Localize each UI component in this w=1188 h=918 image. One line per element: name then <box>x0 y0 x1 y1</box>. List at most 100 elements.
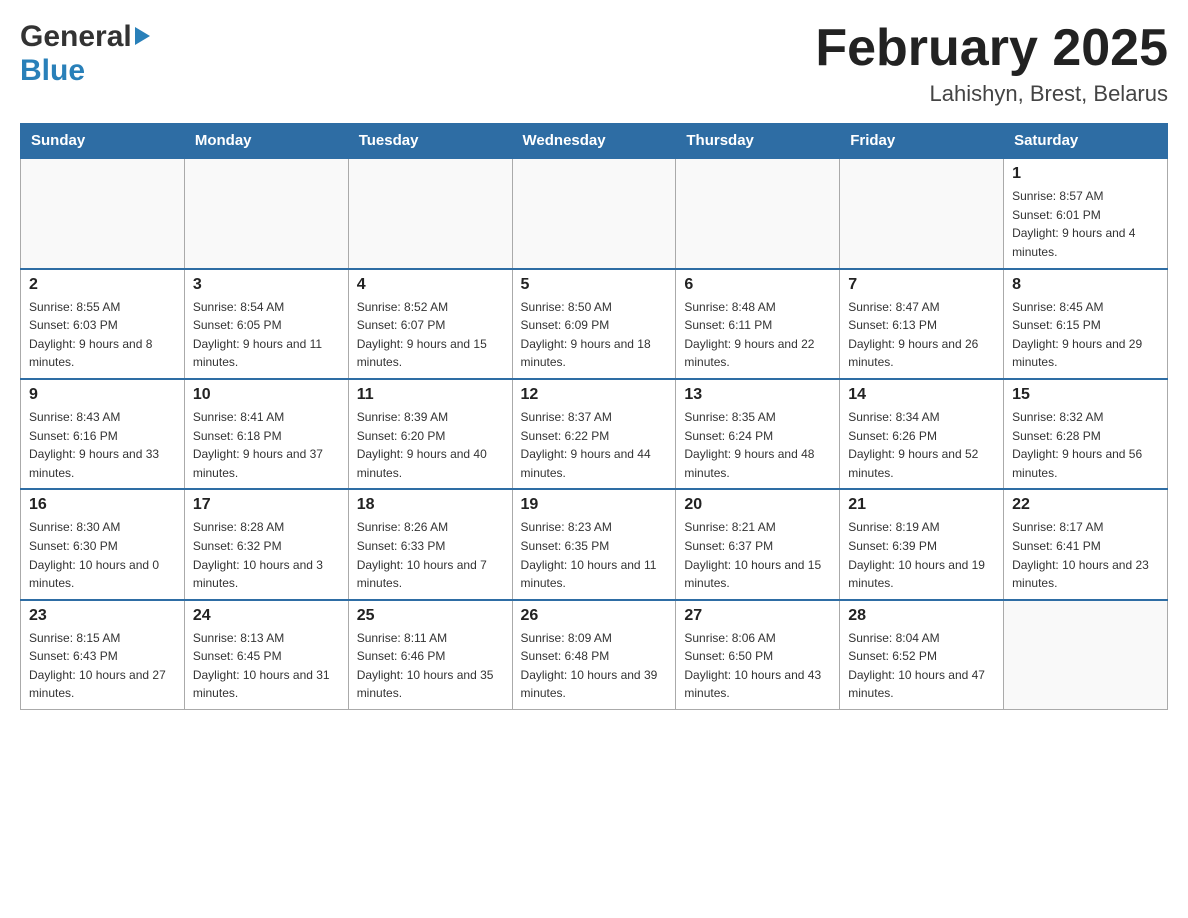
sunset-text: Sunset: 6:43 PM <box>29 647 176 666</box>
sunset-text: Sunset: 6:33 PM <box>357 537 504 556</box>
table-row: 24Sunrise: 8:13 AMSunset: 6:45 PMDayligh… <box>184 600 348 710</box>
calendar-table: Sunday Monday Tuesday Wednesday Thursday… <box>20 123 1168 710</box>
sunrise-text: Sunrise: 8:45 AM <box>1012 298 1159 317</box>
table-row: 18Sunrise: 8:26 AMSunset: 6:33 PMDayligh… <box>348 489 512 599</box>
day-info: Sunrise: 8:23 AMSunset: 6:35 PMDaylight:… <box>521 518 668 592</box>
sunrise-text: Sunrise: 8:39 AM <box>357 408 504 427</box>
day-number: 22 <box>1012 496 1159 514</box>
day-number: 23 <box>29 607 176 625</box>
table-row: 7Sunrise: 8:47 AMSunset: 6:13 PMDaylight… <box>840 269 1004 379</box>
table-row: 27Sunrise: 8:06 AMSunset: 6:50 PMDayligh… <box>676 600 840 710</box>
table-row <box>21 158 185 268</box>
sunrise-text: Sunrise: 8:04 AM <box>848 629 995 648</box>
logo-general-text: General <box>20 20 132 54</box>
sunset-text: Sunset: 6:46 PM <box>357 647 504 666</box>
day-number: 27 <box>684 607 831 625</box>
day-number: 25 <box>357 607 504 625</box>
day-number: 8 <box>1012 276 1159 294</box>
location-subtitle: Lahishyn, Brest, Belarus <box>815 81 1168 107</box>
sunrise-text: Sunrise: 8:17 AM <box>1012 518 1159 537</box>
col-sunday: Sunday <box>21 124 185 159</box>
daylight-text: Daylight: 9 hours and 4 minutes. <box>1012 224 1159 261</box>
sunset-text: Sunset: 6:11 PM <box>684 316 831 335</box>
sunrise-text: Sunrise: 8:41 AM <box>193 408 340 427</box>
table-row: 10Sunrise: 8:41 AMSunset: 6:18 PMDayligh… <box>184 379 348 489</box>
sunset-text: Sunset: 6:15 PM <box>1012 316 1159 335</box>
sunset-text: Sunset: 6:35 PM <box>521 537 668 556</box>
table-row: 1Sunrise: 8:57 AMSunset: 6:01 PMDaylight… <box>1004 158 1168 268</box>
sunrise-text: Sunrise: 8:30 AM <box>29 518 176 537</box>
daylight-text: Daylight: 9 hours and 15 minutes. <box>357 335 504 372</box>
daylight-text: Daylight: 10 hours and 27 minutes. <box>29 666 176 703</box>
sunrise-text: Sunrise: 8:50 AM <box>521 298 668 317</box>
table-row: 14Sunrise: 8:34 AMSunset: 6:26 PMDayligh… <box>840 379 1004 489</box>
title-block: February 2025 Lahishyn, Brest, Belarus <box>815 20 1168 107</box>
daylight-text: Daylight: 9 hours and 52 minutes. <box>848 445 995 482</box>
day-number: 3 <box>193 276 340 294</box>
sunrise-text: Sunrise: 8:15 AM <box>29 629 176 648</box>
day-number: 21 <box>848 496 995 514</box>
sunrise-text: Sunrise: 8:26 AM <box>357 518 504 537</box>
table-row: 19 Sunrise: 8:23 AMSunset: 6:35 PMDayligh… <box>512 489 676 599</box>
table-row: 17Sunrise: 8:28 AMSunset: 6:32 PMDayligh… <box>184 489 348 599</box>
daylight-text: Daylight: 9 hours and 18 minutes. <box>521 335 668 372</box>
day-number: 9 <box>29 386 176 404</box>
sunrise-text: Sunrise: 8:35 AM <box>684 408 831 427</box>
day-number: 2 <box>29 276 176 294</box>
table-row <box>676 158 840 268</box>
daylight-text: Daylight: 9 hours and 44 minutes. <box>521 445 668 482</box>
daylight-text: Daylight: 9 hours and 48 minutes. <box>684 445 831 482</box>
daylight-text: Daylight: 9 hours and 26 minutes. <box>848 335 995 372</box>
day-number: 4 <box>357 276 504 294</box>
day-number: 19 <box>521 496 668 514</box>
daylight-text: Daylight: 10 hours and 31 minutes. <box>193 666 340 703</box>
sunrise-text: Sunrise: 8:06 AM <box>684 629 831 648</box>
sunrise-text: Sunrise: 8:34 AM <box>848 408 995 427</box>
daylight-text: Daylight: 10 hours and 3 minutes. <box>193 556 340 593</box>
table-row: 8Sunrise: 8:45 AMSunset: 6:15 PMDaylight… <box>1004 269 1168 379</box>
sunrise-text: Sunrise: 8:37 AM <box>521 408 668 427</box>
sunset-text: Sunset: 6:52 PM <box>848 647 995 666</box>
daylight-text: Daylight: 9 hours and 8 minutes. <box>29 335 176 372</box>
day-info: Sunrise: 8:30 AMSunset: 6:30 PMDaylight:… <box>29 518 176 592</box>
day-number: 5 <box>521 276 668 294</box>
daylight-text: Daylight: 9 hours and 40 minutes. <box>357 445 504 482</box>
day-number: 1 <box>1012 165 1159 183</box>
daylight-text: Daylight: 10 hours and 47 minutes. <box>848 666 995 703</box>
sunrise-text: Sunrise: 8:23 AM <box>521 518 668 537</box>
daylight-text: Daylight: 10 hours and 0 minutes. <box>29 556 176 593</box>
day-number: 12 <box>521 386 668 404</box>
table-row: 5Sunrise: 8:50 AMSunset: 6:09 PMDaylight… <box>512 269 676 379</box>
page-header: General Blue February 2025 Lahishyn, Bre… <box>20 20 1168 107</box>
sunset-text: Sunset: 6:03 PM <box>29 316 176 335</box>
sunset-text: Sunset: 6:30 PM <box>29 537 176 556</box>
sunset-text: Sunset: 6:22 PM <box>521 427 668 446</box>
day-number: 17 <box>193 496 340 514</box>
day-number: 15 <box>1012 386 1159 404</box>
day-info: Sunrise: 8:55 AMSunset: 6:03 PMDaylight:… <box>29 298 176 372</box>
sunrise-text: Sunrise: 8:28 AM <box>193 518 340 537</box>
day-info: Sunrise: 8:32 AMSunset: 6:28 PMDaylight:… <box>1012 408 1159 482</box>
daylight-text: Daylight: 10 hours and 11 minutes. <box>521 556 668 593</box>
daylight-text: Daylight: 9 hours and 56 minutes. <box>1012 445 1159 482</box>
calendar-week-row: 16Sunrise: 8:30 AMSunset: 6:30 PMDayligh… <box>21 489 1168 599</box>
sunset-text: Sunset: 6:39 PM <box>848 537 995 556</box>
sunrise-text: Sunrise: 8:54 AM <box>193 298 340 317</box>
month-title: February 2025 <box>815 20 1168 77</box>
sunset-text: Sunset: 6:28 PM <box>1012 427 1159 446</box>
day-info: Sunrise: 8:04 AMSunset: 6:52 PMDaylight:… <box>848 629 995 703</box>
day-info: Sunrise: 8:43 AMSunset: 6:16 PMDaylight:… <box>29 408 176 482</box>
day-info: Sunrise: 8:52 AMSunset: 6:07 PMDaylight:… <box>357 298 504 372</box>
day-info: Sunrise: 8:09 AMSunset: 6:48 PMDaylight:… <box>521 629 668 703</box>
day-number: 18 <box>357 496 504 514</box>
day-number: 13 <box>684 386 831 404</box>
daylight-text: Daylight: 10 hours and 19 minutes. <box>848 556 995 593</box>
table-row: 22Sunrise: 8:17 AMSunset: 6:41 PMDayligh… <box>1004 489 1168 599</box>
sunset-text: Sunset: 6:37 PM <box>684 537 831 556</box>
daylight-text: Daylight: 9 hours and 22 minutes. <box>684 335 831 372</box>
sunset-text: Sunset: 6:18 PM <box>193 427 340 446</box>
table-row: 20Sunrise: 8:21 AMSunset: 6:37 PMDayligh… <box>676 489 840 599</box>
col-friday: Friday <box>840 124 1004 159</box>
day-number: 28 <box>848 607 995 625</box>
day-info: Sunrise: 8:34 AMSunset: 6:26 PMDaylight:… <box>848 408 995 482</box>
